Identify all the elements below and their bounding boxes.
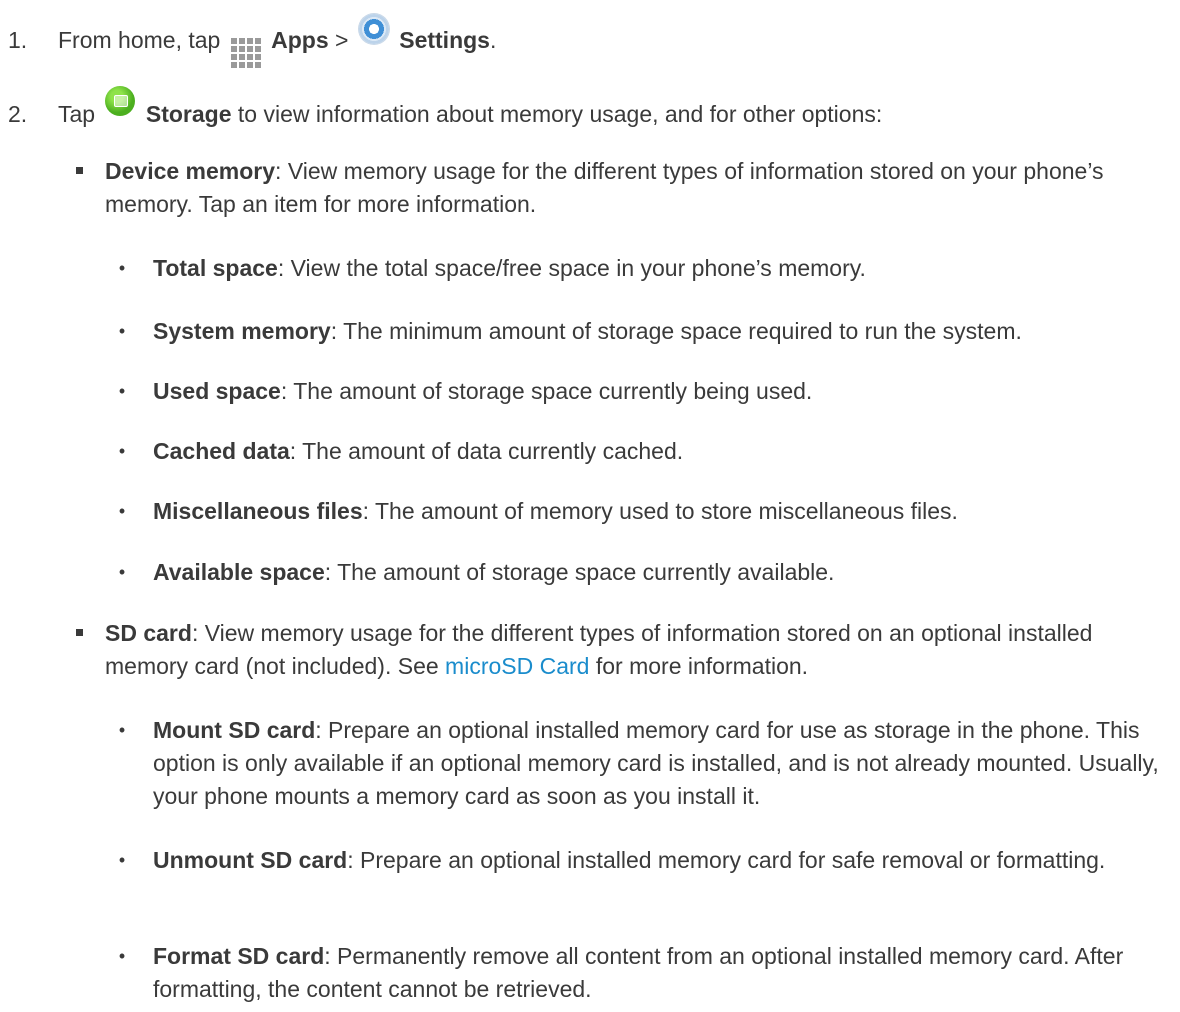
list-item: • Cached data: The amount of data curren… [119, 435, 1173, 468]
bullet: • [118, 321, 126, 341]
square-bullet [76, 167, 83, 174]
step-2: 2. Tap Storage to view information about … [8, 86, 1168, 131]
step-1: 1. From home, tap Apps > Settings. [8, 14, 1168, 68]
step-text: From home, tap [58, 27, 221, 53]
item-term: SD card [105, 620, 192, 646]
storage-label: Storage [145, 101, 232, 127]
list-item: • Unmount SD card: Prepare an optional i… [119, 844, 1173, 877]
storage-icon [105, 86, 136, 116]
item-term: Miscellaneous files [153, 498, 363, 524]
item-term: Mount SD card [153, 717, 316, 743]
bullet: • [118, 501, 126, 521]
list-item: • Used space: The amount of storage spac… [119, 375, 1173, 408]
step-suffix: . [489, 27, 497, 53]
item-desc: : The minimum amount of storage space re… [330, 318, 1022, 344]
square-bullet [76, 629, 83, 636]
item-term: Used space [153, 378, 281, 404]
item-desc: : The amount of storage space currently … [280, 378, 813, 404]
list-item: • Format SD card: Permanently remove all… [119, 940, 1173, 1006]
step-number: 1. [8, 27, 28, 53]
bullet: • [118, 562, 126, 582]
settings-label: Settings [399, 27, 490, 53]
bullet: • [118, 381, 126, 401]
list-item: • Miscellaneous files: The amount of mem… [119, 495, 1173, 528]
bullet: • [118, 258, 126, 278]
list-item: • Total space: View the total space/free… [119, 252, 1173, 285]
item-term: Cached data [153, 438, 290, 464]
item-desc: : Prepare an optional installed memory c… [347, 847, 1106, 873]
step-suffix: to view information about memory usage, … [231, 101, 883, 127]
bullet: • [118, 720, 126, 740]
instructions-page: 1. From home, tap Apps > Settings. 2. Tap … [0, 0, 1180, 1012]
item-desc: : The amount of storage space currently … [324, 559, 835, 585]
list-item: • Mount SD card: Prepare an optional ins… [119, 714, 1173, 813]
item-desc: : The amount of memory used to store mis… [362, 498, 958, 524]
step-number: 2. [8, 101, 28, 127]
list-item: • Available space: The amount of storage… [119, 556, 1173, 589]
bullet: • [118, 850, 126, 870]
apps-label: Apps [271, 27, 329, 53]
device-memory-item: Device memory: View memory usage for the… [76, 155, 1165, 221]
item-desc: : The amount of data currently cached. [289, 438, 684, 464]
settings-icon [358, 14, 389, 44]
separator: > [335, 27, 349, 53]
list-item: • System memory: The minimum amount of s… [119, 315, 1173, 348]
item-desc-end: for more information. [589, 653, 809, 679]
apps-grid-icon [230, 38, 261, 68]
microsd-card-link[interactable]: microSD Card [445, 653, 589, 679]
step-text: Tap [58, 101, 96, 127]
item-term: Total space [153, 255, 278, 281]
item-term: Format SD card [153, 943, 325, 969]
item-term: Device memory [105, 158, 276, 184]
item-term: Unmount SD card [153, 847, 348, 873]
sd-card-item: SD card: View memory usage for the diffe… [76, 617, 1165, 683]
item-term: System memory [153, 318, 331, 344]
bullet: • [118, 441, 126, 461]
item-desc: : View the total space/free space in you… [277, 255, 866, 281]
item-term: Available space [153, 559, 325, 585]
bullet: • [118, 946, 126, 966]
